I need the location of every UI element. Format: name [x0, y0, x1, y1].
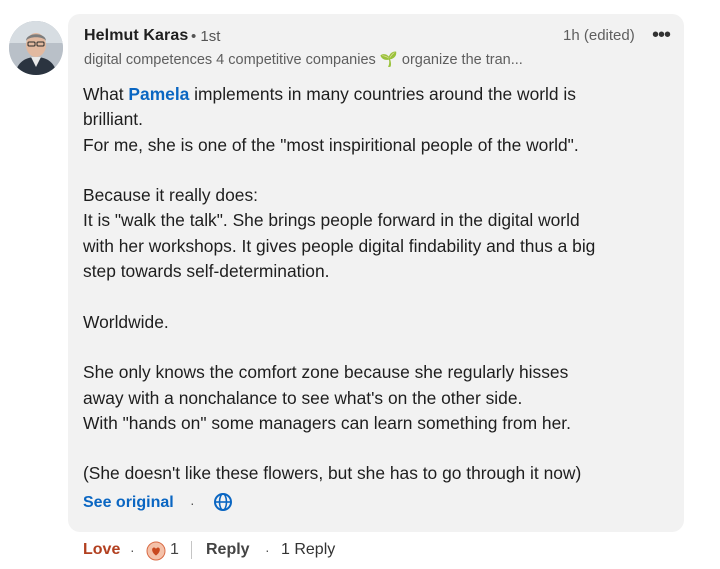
heart-reaction-icon[interactable]: [146, 541, 166, 566]
reaction-count[interactable]: 1: [170, 541, 179, 559]
comment-line: with her workshops. It gives people digi…: [83, 235, 596, 256]
headline-text-end: organize the tran...: [401, 52, 523, 68]
author-name[interactable]: Helmut Karas: [84, 27, 188, 45]
comment-body: What Pamela implements in many countries…: [83, 82, 673, 487]
comment-line: Because it really does:: [83, 185, 258, 206]
separator-dot: ·: [265, 542, 270, 558]
author-headline: digital competences 4 competitive compan…: [84, 51, 523, 68]
comment-line: (She doesn't like these flowers, but she…: [83, 463, 582, 484]
comment-line: Worldwide.: [83, 311, 169, 332]
comment-line: What Pamela implements in many countries…: [83, 84, 576, 104]
sprout-icon: 🌱: [379, 52, 398, 68]
comment-line: brilliant.: [83, 109, 143, 130]
comment-line: It is "walk the talk". She brings people…: [83, 210, 580, 231]
mention-link[interactable]: Pamela: [128, 84, 189, 104]
separator-dot: ·: [190, 495, 195, 511]
reply-count-link[interactable]: 1 Reply: [281, 541, 335, 559]
globe-icon[interactable]: [213, 492, 233, 517]
comment-line: For me, she is one of the "most inspirit…: [83, 134, 579, 155]
headline-text-start: digital competences 4 competitive compan…: [84, 52, 376, 68]
avatar[interactable]: [9, 21, 63, 75]
love-reaction-button[interactable]: Love: [83, 541, 120, 559]
divider: [191, 541, 192, 559]
connection-degree: • 1st: [191, 28, 221, 45]
comment-line: She only knows the comfort zone because …: [83, 362, 569, 383]
comment-line: step towards self-determination.: [83, 261, 330, 282]
comment-timestamp: 1h (edited): [563, 27, 635, 44]
reply-button[interactable]: Reply: [206, 541, 250, 559]
see-original-link[interactable]: See original: [83, 494, 174, 512]
more-options-icon[interactable]: •••: [652, 24, 671, 47]
separator-dot: ·: [130, 542, 135, 558]
comment-line: away with a nonchalance to see what's on…: [83, 387, 523, 408]
comment-line: With "hands on" some managers can learn …: [83, 412, 571, 433]
